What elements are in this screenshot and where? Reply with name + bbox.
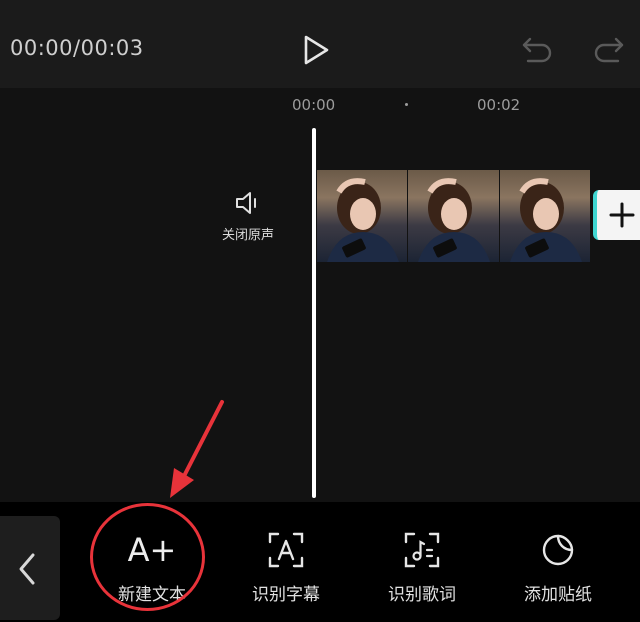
sticker-icon xyxy=(542,534,574,566)
mute-label: 关闭原声 xyxy=(221,228,274,243)
annotation-arrow xyxy=(170,400,224,498)
tool-label: 识别歌词 xyxy=(388,585,456,605)
lyrics-recognize-icon xyxy=(404,532,440,568)
add-sticker-tool[interactable]: 添加贴纸 xyxy=(503,530,613,610)
subtitle-recognize-icon xyxy=(268,532,304,568)
clip-frame xyxy=(317,170,408,262)
portrait-thumbnail xyxy=(327,178,399,262)
undo-icon xyxy=(522,37,552,63)
ruler-dot xyxy=(405,103,408,106)
video-clip-track[interactable] xyxy=(317,170,591,262)
plus-icon xyxy=(609,202,635,228)
text-add-icon: A+ xyxy=(127,531,177,569)
speaker-icon xyxy=(236,192,256,214)
add-clip-button[interactable] xyxy=(593,190,640,240)
undo-button[interactable] xyxy=(520,34,554,64)
play-button[interactable] xyxy=(300,34,332,66)
recognize-subtitles-tool[interactable]: 识别字幕 xyxy=(231,530,341,610)
clip-frame xyxy=(499,170,590,262)
clip-frame xyxy=(408,170,499,262)
chevron-left-icon xyxy=(19,553,35,585)
mute-original-sound-button[interactable]: 关闭原声 xyxy=(210,188,286,258)
back-button[interactable] xyxy=(0,516,60,620)
video-editor-screen: 00:00/00:03 00:00 00:02 关闭原声 A+ 新建文本 识别字… xyxy=(0,0,640,622)
tool-label: 识别字幕 xyxy=(252,585,320,605)
recognize-lyrics-tool[interactable]: 识别歌词 xyxy=(367,530,477,610)
play-icon xyxy=(304,35,329,65)
portrait-thumbnail xyxy=(509,178,582,262)
bottom-toolbar: A+ 新建文本 识别字幕 识别歌词 添加贴纸 xyxy=(0,502,640,622)
top-bar: 00:00/00:03 xyxy=(0,0,640,88)
portrait-thumbnail xyxy=(418,178,491,262)
ruler-label-start: 00:00 xyxy=(292,96,336,114)
time-readout: 00:00/00:03 xyxy=(10,36,144,60)
redo-button[interactable] xyxy=(592,34,626,64)
ruler-label-2s: 00:02 xyxy=(477,96,521,114)
tool-label: 新建文本 xyxy=(118,585,186,605)
new-text-tool[interactable]: A+ 新建文本 xyxy=(97,530,207,610)
redo-icon xyxy=(594,37,624,63)
tool-label: 添加贴纸 xyxy=(524,585,592,605)
playhead[interactable] xyxy=(312,128,316,498)
